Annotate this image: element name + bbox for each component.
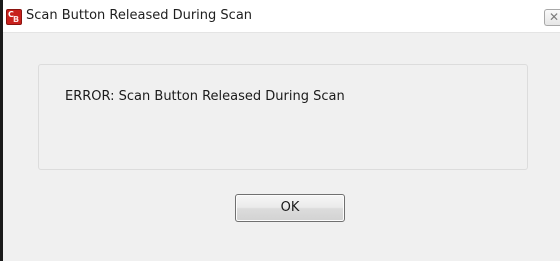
message-panel: ERROR: Scan Button Released During Scan [38,64,528,170]
error-message: ERROR: Scan Button Released During Scan [65,89,345,104]
ok-button[interactable]: OK [235,194,345,222]
close-icon: ✕ [549,10,560,24]
window-title: Scan Button Released During Scan [26,8,253,23]
close-button[interactable]: ✕ [544,9,560,26]
app-logo-icon: CB [6,9,22,25]
dialog-window: CB Scan Button Released During Scan ✕ ER… [0,0,560,261]
title-bar[interactable]: CB Scan Button Released During Scan ✕ [3,0,560,33]
